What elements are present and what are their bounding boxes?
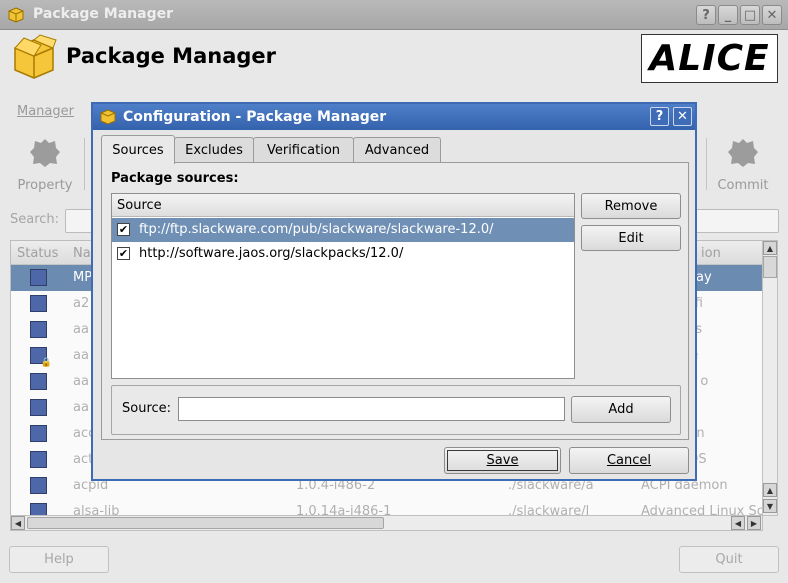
column-name[interactable]: Na [73, 246, 91, 261]
horizontal-scrollbar[interactable]: ◀ ◀ ▶ [10, 515, 763, 531]
scroll-left-icon[interactable]: ◀ [731, 516, 745, 530]
add-source-form: Source: Add [111, 385, 681, 435]
configuration-dialog[interactable]: Configuration - Package Manager ? ✕ Sour… [91, 102, 697, 481]
scroll-left-icon[interactable]: ◀ [11, 516, 25, 530]
list-item[interactable]: ✔ ftp://ftp.slackware.com/pub/slackware/… [112, 218, 574, 242]
toolbar-separator [706, 138, 707, 190]
help-icon: ? [702, 7, 710, 23]
search-input-right[interactable] [690, 209, 779, 233]
main-titlebar[interactable]: Package Manager ? _ □ ✕ [0, 0, 788, 30]
window-title: Package Manager [33, 6, 173, 22]
commit-label: Commit [717, 178, 769, 193]
gear-icon [30, 139, 60, 167]
property-label: Property [17, 178, 73, 193]
cell-name: aa [73, 322, 89, 337]
tab-advanced[interactable]: Advanced [353, 137, 441, 163]
source-url: http://software.jaos.org/slackpacks/12.0… [139, 246, 404, 261]
source-checkbox[interactable]: ✔ [117, 223, 130, 236]
status-square-icon[interactable] [30, 451, 47, 468]
column-status[interactable]: Status [17, 246, 58, 261]
tab-excludes[interactable]: Excludes [174, 137, 254, 163]
source-url: ftp://ftp.slackware.com/pub/slackware/sl… [139, 222, 494, 237]
add-button[interactable]: Add [571, 396, 671, 423]
quit-button[interactable]: Quit [679, 546, 779, 573]
scroll-thumb[interactable] [763, 256, 777, 278]
sources-list[interactable]: Source ✔ ftp://ftp.slackware.com/pub/sla… [111, 193, 575, 379]
search-label: Search: [10, 212, 60, 227]
minimize-button[interactable]: _ [718, 5, 738, 25]
commit-button[interactable]: Commit [708, 136, 778, 193]
cancel-label: Cancel [606, 453, 652, 468]
tab-sources[interactable]: Sources [101, 135, 175, 164]
source-checkbox[interactable]: ✔ [117, 247, 130, 260]
edit-button[interactable]: Edit [581, 225, 681, 251]
scroll-thumb[interactable] [27, 517, 384, 529]
status-square-icon[interactable] [30, 425, 47, 442]
save-button[interactable]: Save [444, 447, 561, 474]
package-sources-label: Package sources: [111, 171, 239, 186]
status-square-icon[interactable] [30, 295, 47, 312]
source-column-header[interactable]: Source [112, 194, 574, 217]
dialog-titlebar[interactable]: Configuration - Package Manager ? ✕ [93, 104, 695, 130]
alice-logo: ALICE [641, 34, 778, 83]
cell-name: aa [73, 400, 89, 415]
dialog-help-button[interactable]: ? [650, 107, 669, 126]
scroll-down-icon[interactable]: ▼ [763, 499, 777, 513]
help-window-button[interactable]: ? [696, 5, 716, 25]
property-button[interactable]: Property [10, 136, 80, 193]
gear-icon [728, 139, 758, 167]
maximize-icon: □ [743, 7, 757, 23]
status-square-icon[interactable] [30, 269, 47, 286]
status-square-icon[interactable] [30, 477, 47, 494]
toolbar-separator [84, 138, 85, 190]
help-button[interactable]: Help [9, 546, 109, 573]
status-square-icon[interactable] [30, 399, 47, 416]
status-square-icon[interactable] [30, 373, 47, 390]
source-field-label: Source: [122, 401, 172, 416]
sources-tab-panel: Package sources: Source ✔ ftp://ftp.slac… [101, 162, 689, 440]
minimize-icon: _ [724, 7, 732, 23]
dialog-close-button[interactable]: ✕ [673, 107, 692, 126]
vertical-scrollbar[interactable]: ▲ ▲ ▼ [762, 240, 778, 516]
remove-button[interactable]: Remove [581, 193, 681, 219]
column-description[interactable]: ion [701, 246, 721, 261]
table-row[interactable]: alsa-lib 1.0.14a-i486-1 ./slackware/l Advan… [11, 499, 762, 515]
package-box-icon [8, 7, 24, 23]
close-window-button[interactable]: ✕ [762, 5, 782, 25]
menu-manager[interactable]: Manager [17, 104, 74, 119]
help-icon: ? [655, 109, 664, 124]
tab-verification[interactable]: Verification [253, 137, 354, 163]
scroll-right-icon[interactable]: ▶ [747, 516, 761, 530]
cell-name: aa [73, 348, 89, 363]
cell-name: aa [73, 374, 89, 389]
package-manager-logo-icon [14, 34, 57, 79]
status-locked-icon[interactable] [30, 347, 52, 368]
scroll-down-icon[interactable]: ▲ [763, 483, 777, 497]
save-label: Save [486, 453, 519, 468]
page-title: Package Manager [66, 44, 276, 68]
close-icon: ✕ [766, 7, 778, 23]
package-box-icon [100, 109, 116, 125]
cell-name: MP [73, 270, 93, 285]
cancel-button[interactable]: Cancel [569, 447, 689, 474]
maximize-button[interactable]: □ [740, 5, 760, 25]
source-input[interactable] [178, 397, 565, 421]
dialog-title: Configuration - Package Manager [123, 109, 387, 125]
list-item[interactable]: ✔ http://software.jaos.org/slackpacks/12… [112, 242, 574, 266]
close-icon: ✕ [677, 109, 688, 124]
status-square-icon[interactable] [30, 321, 47, 338]
cell-name: a2 [73, 296, 90, 311]
scroll-up-icon[interactable]: ▲ [763, 241, 777, 255]
